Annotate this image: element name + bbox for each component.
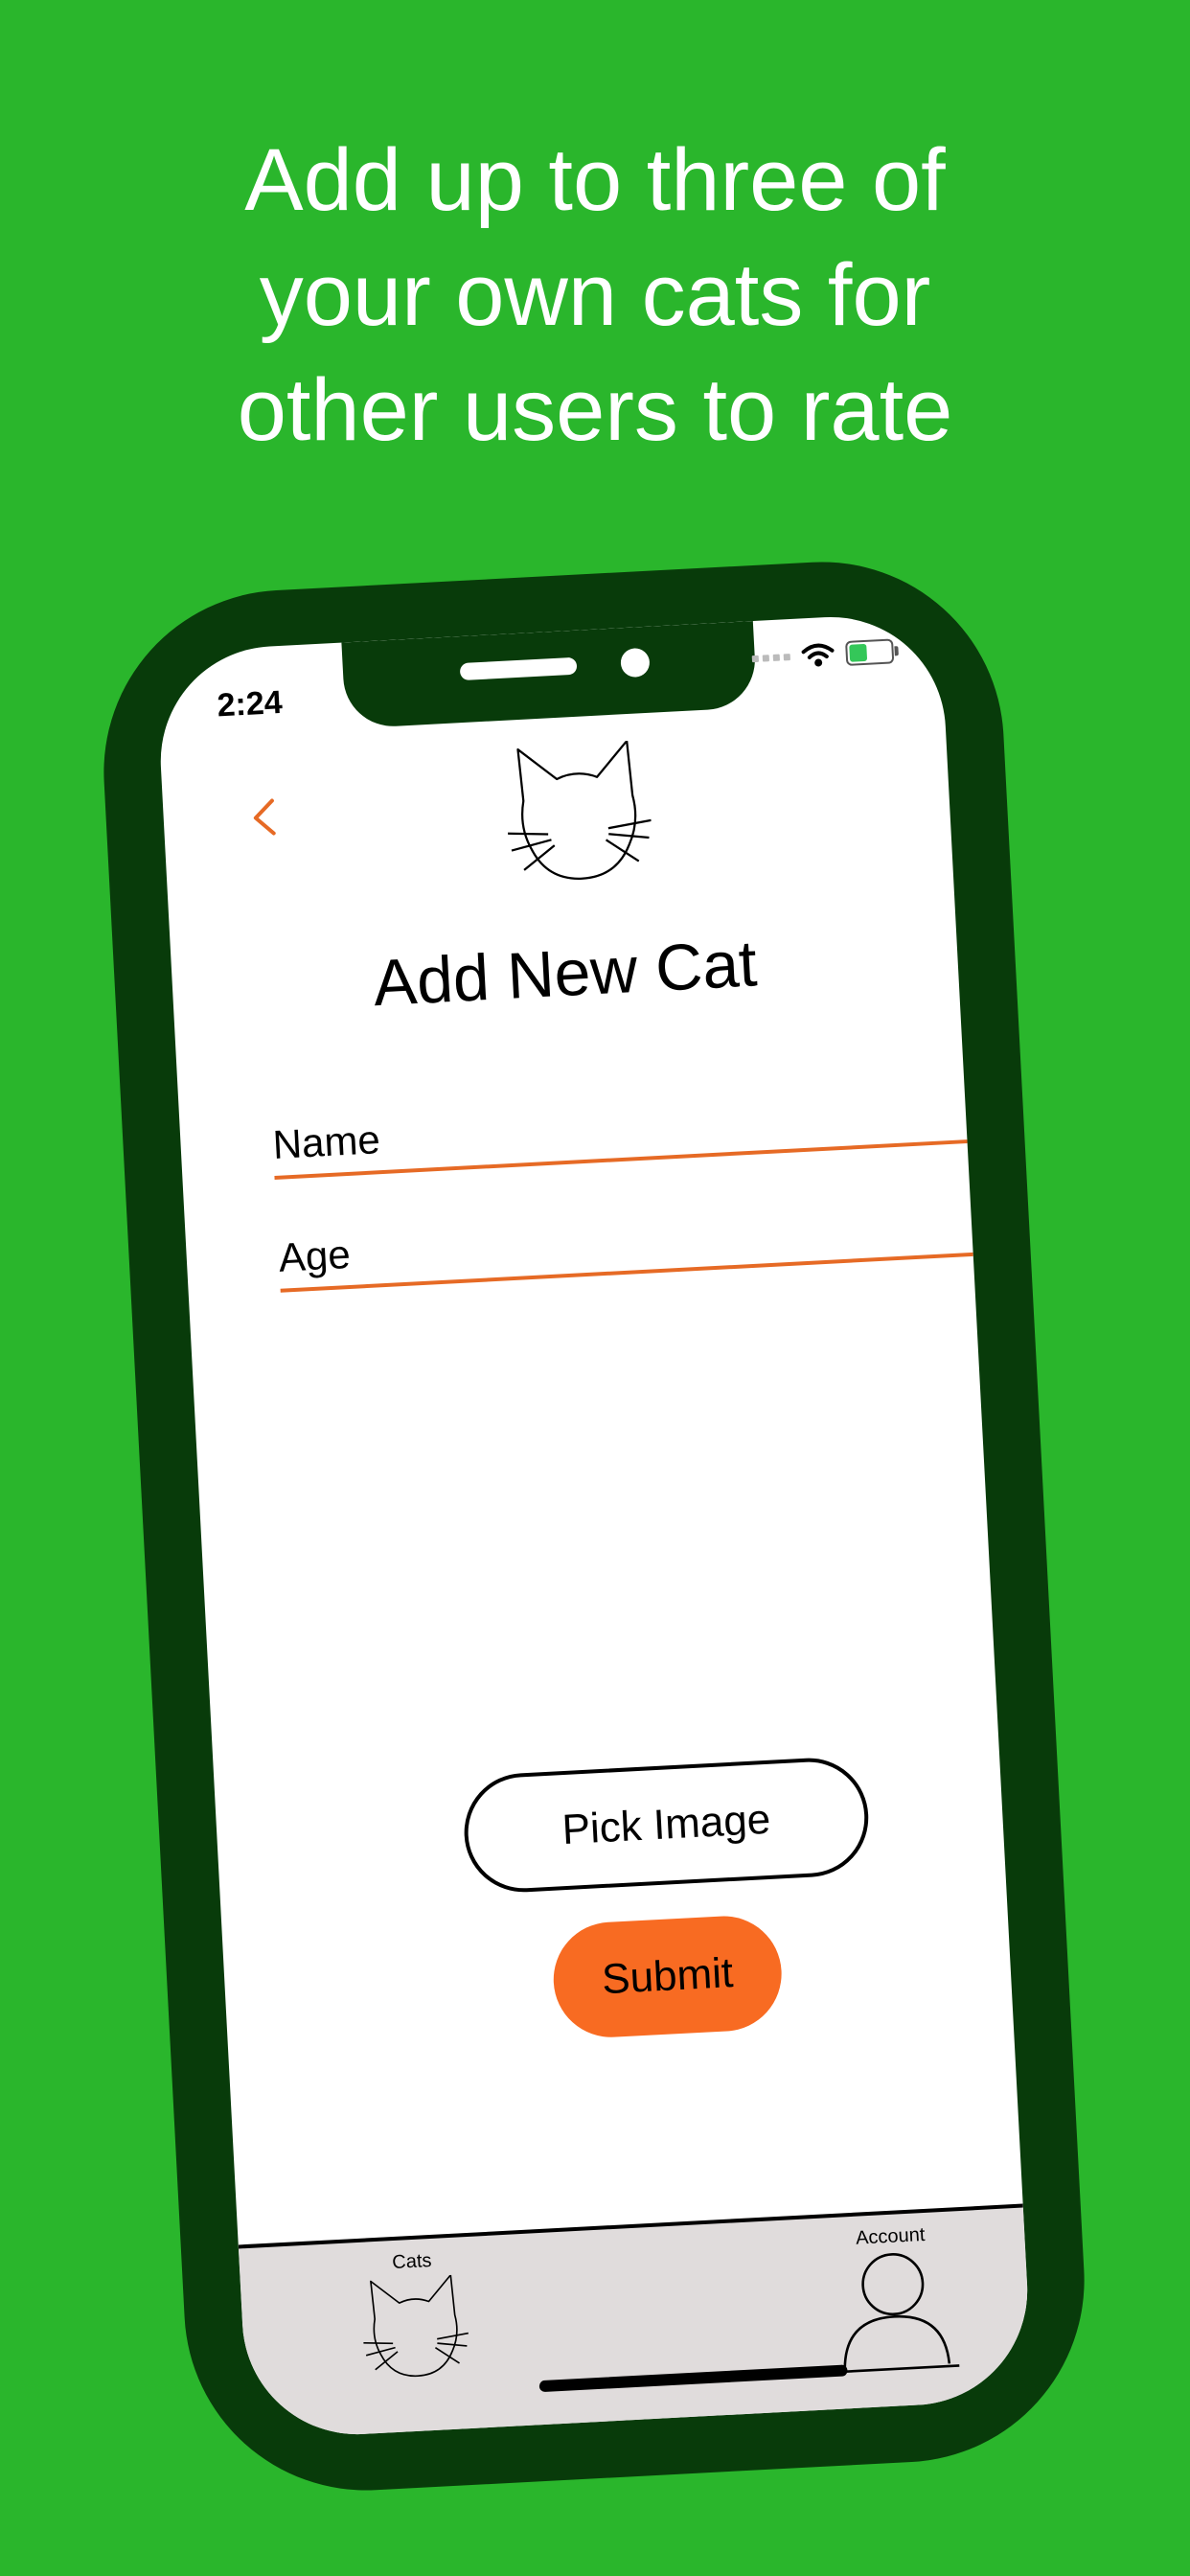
front-camera (620, 647, 651, 678)
cat-face-icon (508, 739, 652, 880)
tab-account-label: Account (855, 2223, 926, 2249)
status-indicators (751, 638, 895, 671)
headline-line-2: your own cats for (259, 246, 931, 344)
battery-charging-icon (845, 638, 895, 666)
age-input[interactable] (277, 1198, 973, 1281)
cellular-signal-icon (751, 653, 790, 662)
name-field (270, 1070, 968, 1180)
age-field (276, 1184, 973, 1293)
headline-line-1: Add up to three of (244, 131, 946, 229)
tab-cats-label: Cats (391, 2249, 433, 2274)
pick-image-button[interactable]: Pick Image (461, 1755, 872, 1896)
name-input[interactable] (271, 1086, 968, 1168)
cat-face-icon (363, 2274, 469, 2378)
submit-button[interactable]: Submit (550, 1913, 785, 2040)
tab-bar: Cats Account (238, 2203, 1034, 2441)
back-button[interactable] (249, 797, 280, 838)
tab-account[interactable]: Account (813, 2222, 974, 2384)
page-title: Add New Cat (371, 927, 759, 1021)
headline-line-3: other users to rate (237, 361, 953, 459)
speaker-grille (459, 656, 578, 681)
promo-headline: Add up to three of your own cats for oth… (0, 123, 1190, 468)
status-time: 2:24 (216, 683, 284, 724)
person-icon (835, 2253, 960, 2374)
phone-notch (341, 621, 758, 729)
wifi-icon (801, 643, 835, 667)
tab-cats[interactable]: Cats (334, 2247, 494, 2390)
phone-screen: 2:24 Add New Cat Name Age Pick Image Sub… (154, 610, 1034, 2441)
battery-level-fill (849, 643, 868, 662)
phone-frame: 2:24 Add New Cat Name Age Pick Image Sub… (94, 552, 1094, 2500)
chevron-left-icon (253, 798, 276, 836)
